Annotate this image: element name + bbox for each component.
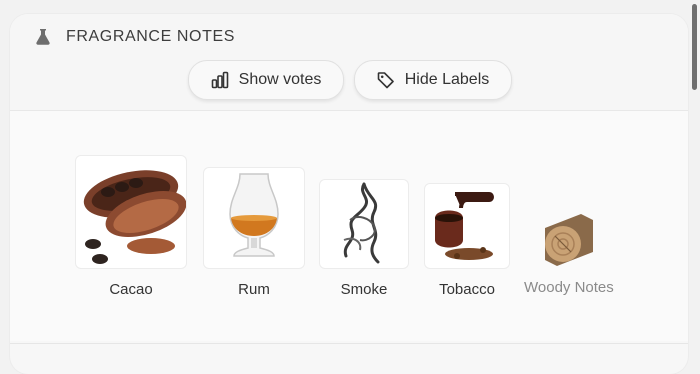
divider <box>10 343 688 344</box>
flask-icon <box>36 29 50 45</box>
note-label: Tobacco <box>439 281 495 298</box>
note-label: Smoke <box>340 281 388 298</box>
note-item-cacao[interactable]: Cacao <box>75 155 187 298</box>
note-label: Rum <box>238 281 270 298</box>
note-item-rum[interactable]: Rum <box>203 167 305 298</box>
wood-image <box>540 209 598 267</box>
fragrance-notes-card: FRAGRANCE NOTES Show votes Hide Labels C… <box>10 14 688 374</box>
section-title: FRAGRANCE NOTES <box>66 28 236 45</box>
show-votes-label: Show votes <box>238 71 322 88</box>
hide-labels-label: Hide Labels <box>404 71 490 88</box>
scrollbar[interactable] <box>692 4 697 90</box>
notes-area: Cacao Rum Smoke Tobacco Woody Notes <box>10 111 688 341</box>
note-item-woody-notes[interactable]: Woody Notes <box>524 209 614 296</box>
hide-labels-button[interactable]: Hide Labels <box>354 60 512 100</box>
note-label: Woody Notes <box>524 279 614 296</box>
note-item-smoke[interactable]: Smoke <box>319 179 409 298</box>
bar-chart-icon <box>211 71 228 89</box>
tobacco-image <box>424 183 510 269</box>
section-title-row: FRAGRANCE NOTES <box>34 28 235 46</box>
rum-image <box>203 167 305 269</box>
card-header: FRAGRANCE NOTES Show votes Hide Labels <box>10 14 688 111</box>
note-item-tobacco[interactable]: Tobacco <box>424 183 510 298</box>
tag-icon <box>377 72 394 89</box>
cacao-image <box>75 155 187 269</box>
smoke-image <box>319 179 409 269</box>
note-label: Cacao <box>109 281 153 298</box>
show-votes-button[interactable]: Show votes <box>188 60 344 100</box>
